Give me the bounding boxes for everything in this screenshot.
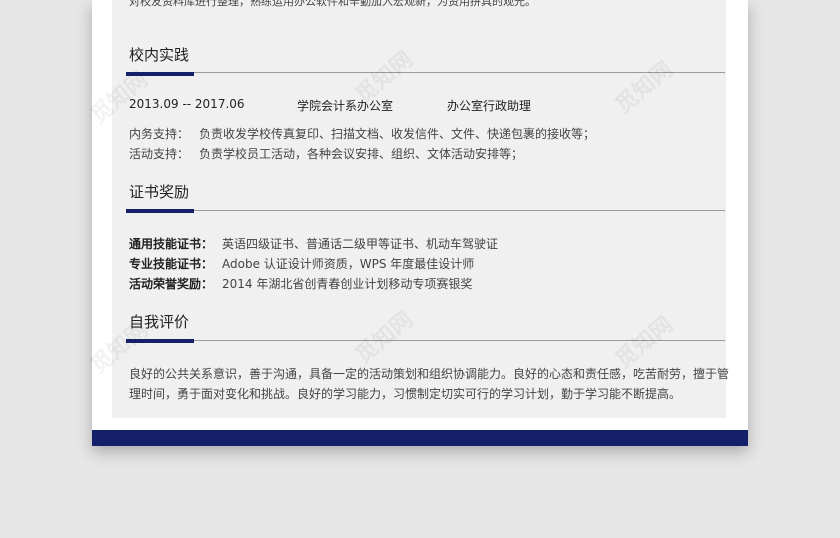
practice-item-text: 负责学校员工活动，各种会议安排、组织、文体活动安排等； xyxy=(199,147,524,161)
content-panel xyxy=(112,0,726,418)
resume-page: 对校友资料库进行整理，熟练运用办公软件和辛勤加入宏观新，为资用拼具的观光。 校内… xyxy=(92,0,748,446)
practice-org: 学院会计系办公室 xyxy=(297,99,394,113)
cert-label: 通用技能证书： xyxy=(129,237,214,251)
section-divider xyxy=(126,210,725,211)
section-accent-bar xyxy=(126,209,194,213)
section-title-certs: 证书奖励 xyxy=(129,183,190,201)
practice-item-label: 活动支持： xyxy=(129,147,190,161)
practice-item-label: 内务支持： xyxy=(129,127,190,141)
section-accent-bar xyxy=(126,72,194,76)
cert-text: 2014 年湖北省创青春创业计划移动专项赛银奖 xyxy=(222,277,473,291)
section-title-self: 自我评价 xyxy=(129,313,190,331)
cert-text: 英语四级证书、普通话二级甲等证书、机动车驾驶证 xyxy=(222,237,499,251)
section-title-practice: 校内实践 xyxy=(129,46,190,64)
self-eval-line: 良好的公共关系意识，善于沟通，具备一定的活动策划和组织协调能力。良好的心态和责任… xyxy=(129,367,730,381)
self-eval-line: 理时间，勇于面对变化和挑战。良好的学习能力，习惯制定切实可行的学习计划，勤于学习… xyxy=(129,387,682,401)
cert-label: 专业技能证书： xyxy=(129,257,214,271)
footer-bar xyxy=(92,430,748,446)
cert-label: 活动荣誉奖励： xyxy=(129,277,214,291)
cert-text: Adobe 认证设计师资质，WPS 年度最佳设计师 xyxy=(222,257,475,271)
section-divider xyxy=(126,72,725,73)
practice-item-text: 负责收发学校传真复印、扫描文档、收发信件、文件、快递包裹的接收等； xyxy=(199,127,596,141)
practice-period: 2013.09 -- 2017.06 xyxy=(129,97,245,111)
previous-section-text: 对校友资料库进行整理，熟练运用办公软件和辛勤加入宏观新，为资用拼具的观光。 xyxy=(129,0,536,8)
section-divider xyxy=(126,340,725,341)
section-accent-bar xyxy=(126,339,194,343)
practice-role: 办公室行政助理 xyxy=(447,99,532,113)
